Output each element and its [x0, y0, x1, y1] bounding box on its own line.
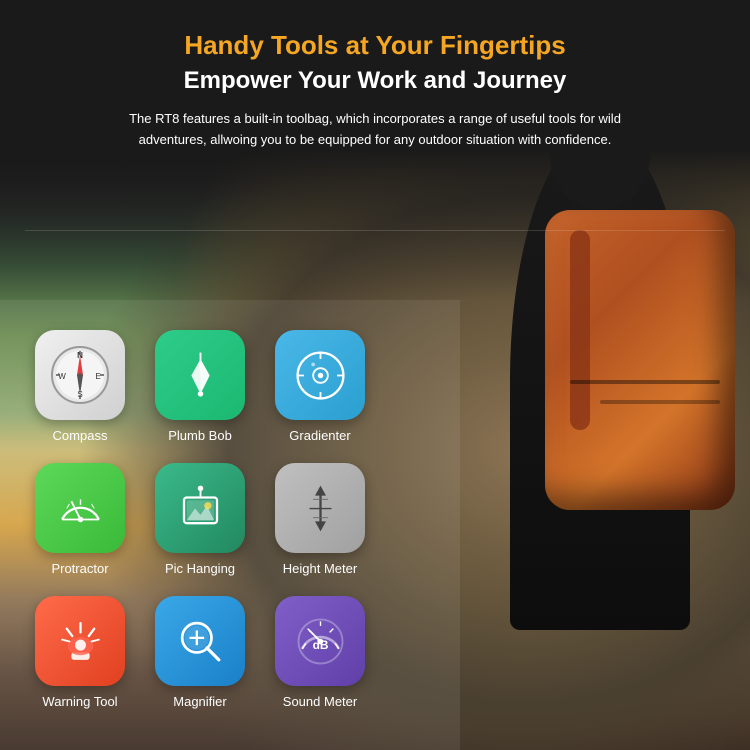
tool-item-protractor[interactable]: Protractor	[25, 463, 135, 576]
plumb-bob-label: Plumb Bob	[168, 428, 232, 443]
pic-hanging-svg	[173, 481, 228, 536]
magnifier-svg	[173, 614, 228, 669]
protractor-icon	[35, 463, 125, 553]
height-meter-label: Height Meter	[283, 561, 357, 576]
svg-text:E: E	[95, 372, 100, 381]
tool-item-plumb-bob[interactable]: Plumb Bob	[145, 330, 255, 443]
description-text: The RT8 features a built-in toolbag, whi…	[115, 109, 635, 151]
pic-hanging-label: Pic Hanging	[165, 561, 235, 576]
tools-grid: N S E W Compass	[25, 330, 435, 709]
section-divider	[25, 230, 725, 231]
gradienter-svg	[293, 348, 348, 403]
gradienter-icon	[275, 330, 365, 420]
tool-item-sound-meter[interactable]: dB Sound Meter	[265, 596, 375, 709]
protractor-label: Protractor	[51, 561, 108, 576]
tagline: Handy Tools at Your Fingertips	[60, 30, 690, 61]
sound-meter-icon: dB	[275, 596, 365, 686]
pic-hanging-icon	[155, 463, 245, 553]
compass-svg: N S E W	[50, 345, 110, 405]
warning-tool-icon	[35, 596, 125, 686]
svg-text:W: W	[58, 372, 66, 381]
height-meter-icon	[275, 463, 365, 553]
sound-meter-label: Sound Meter	[283, 694, 357, 709]
plumb-bob-icon	[155, 330, 245, 420]
tools-panel: N S E W Compass	[0, 300, 460, 750]
warning-tool-label: Warning Tool	[42, 694, 117, 709]
sound-svg: dB	[293, 614, 348, 669]
tool-item-warning-tool[interactable]: Warning Tool	[25, 596, 135, 709]
gradienter-label: Gradienter	[289, 428, 350, 443]
warning-svg	[53, 614, 108, 669]
magnifier-label: Magnifier	[173, 694, 226, 709]
plumb-svg	[173, 348, 228, 403]
magnifier-icon	[155, 596, 245, 686]
compass-icon: N S E W	[35, 330, 125, 420]
tool-item-gradienter[interactable]: Gradienter	[265, 330, 375, 443]
tool-item-height-meter[interactable]: Height Meter	[265, 463, 375, 576]
height-meter-svg	[293, 481, 348, 536]
tool-item-magnifier[interactable]: Magnifier	[145, 596, 255, 709]
page-title: Empower Your Work and Journey	[60, 67, 690, 95]
header-section: Handy Tools at Your Fingertips Empower Y…	[0, 0, 750, 151]
tool-item-pic-hanging[interactable]: Pic Hanging	[145, 463, 255, 576]
compass-label: Compass	[53, 428, 108, 443]
tool-item-compass[interactable]: N S E W Compass	[25, 330, 135, 443]
protractor-svg	[53, 481, 108, 536]
